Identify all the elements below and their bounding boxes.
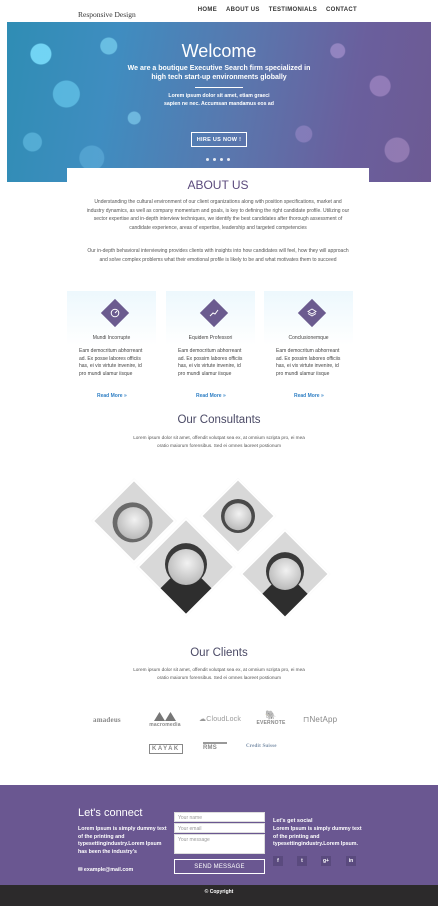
hire-us-button[interactable]: HIRE US NOW ! (191, 132, 247, 147)
site-logo[interactable]: Responsive Design (78, 10, 138, 20)
chart-icon (206, 305, 222, 321)
client-logo-cloudlock: ☁CloudLock (199, 716, 242, 723)
about-paragraph-1: Understanding the cultural environment o… (86, 199, 350, 231)
read-more-link-2[interactable]: Read More » (196, 393, 226, 400)
feature-title: Equidem Professori (188, 335, 233, 341)
slider-dots (206, 158, 230, 161)
about-section: ABOUT US Understanding the cultural envi… (67, 168, 369, 285)
face (218, 497, 258, 536)
consultants-title: Our Consultants (177, 414, 261, 426)
slider-dot-2[interactable] (213, 158, 216, 161)
about-paragraph-2: Our in-depth behavioral interviewing pro… (87, 248, 349, 263)
feature-card-1: Mundi Incorrupte Eam democritum abhorrea… (67, 291, 156, 381)
feature-card-3: Conclusionemque Eam democritum abhorrean… (264, 291, 353, 381)
client-name: RMS (203, 745, 217, 751)
message-textarea[interactable]: Your message (174, 834, 265, 854)
feature-text: Eam democritum abhorreant ad. Ex possim … (276, 348, 341, 377)
read-more-link-3[interactable]: Read More » (294, 393, 324, 400)
clients-title: Our Clients (190, 647, 248, 659)
facebook-icon[interactable]: f (273, 856, 283, 866)
nav-home[interactable]: HOME (198, 7, 217, 13)
email-address: example@mail.com (83, 867, 134, 873)
macromedia-icon (154, 712, 176, 721)
layers-icon (304, 305, 320, 321)
client-name: NetApp (309, 715, 338, 724)
client-logo-evernote: 🐘 EVERNOTE (255, 710, 287, 726)
connect-title: Let's connect (78, 807, 143, 819)
client-logo-netapp: ⊓NetApp (303, 715, 338, 724)
consultants-text: Lorem ipsum dolor sit amet, offendit vol… (133, 435, 305, 448)
about-title: ABOUT US (187, 178, 249, 192)
client-logo-credit-suisse: Credit Suisse (246, 744, 277, 749)
slider-dot-4[interactable] (227, 158, 230, 161)
gauge-icon (107, 305, 123, 321)
clients-text: Lorem ipsum dolor sit amet, offendit vol… (133, 667, 305, 680)
client-logo-kayak: KAYAK (149, 744, 183, 754)
connect-text: Lorem Ipsum is simply dummy text of the … (78, 826, 167, 855)
email-input[interactable]: Your email (174, 823, 265, 833)
feature-text: Eam democritum abhorreant ad. Ex posse l… (79, 348, 143, 377)
site-footer: Let's connect Lorem Ipsum is simply dumm… (0, 785, 438, 885)
rms-bar-icon (203, 742, 227, 744)
hero-divider (195, 87, 243, 88)
feature-title: Mundi Incorrupte (92, 335, 131, 341)
send-message-button[interactable]: SEND MESSAGE (174, 859, 265, 874)
copyright: © Copyright (0, 885, 438, 906)
feature-title: Conclusionemque (288, 335, 329, 341)
client-logo-rms: RMS (203, 742, 227, 751)
consultant-photo-4[interactable] (239, 528, 331, 620)
elephant-icon: 🐘 (265, 710, 277, 720)
hero-title: Welcome (181, 41, 257, 61)
site-header: Responsive Design HOME ABOUT US TESTIMON… (0, 0, 438, 22)
hero-subtitle: We are a boutique Executive Search firm … (127, 65, 311, 81)
feature-card-2: Equidem Professori Eam democritum abhorr… (166, 291, 255, 381)
feature-text: Eam democritum abhorreant ad. Ex possim … (178, 348, 243, 377)
name-input[interactable]: Your name (174, 812, 265, 822)
client-logo-amadeus: amadeus (93, 716, 121, 724)
main-nav: HOME ABOUT US TESTIMONIALS CONTACT (198, 7, 357, 13)
slider-dot-1[interactable] (206, 158, 209, 161)
client-logo-macromedia: macromedia (148, 712, 182, 728)
linkedin-icon[interactable]: in (346, 856, 356, 866)
hero-banner: Welcome We are a boutique Executive Sear… (7, 22, 431, 182)
google-plus-icon[interactable]: g+ (321, 856, 331, 866)
footer-email[interactable]: ✉ example@mail.com (78, 867, 133, 873)
social-text: Lorem Ipsum is simply dummy text of the … (273, 826, 362, 847)
social-title: Let's get social (273, 818, 313, 824)
nav-about-us[interactable]: ABOUT US (226, 7, 260, 13)
read-more-link-1[interactable]: Read More » (97, 393, 127, 400)
client-name: EVERNOTE (256, 720, 286, 726)
features-section: Mundi Incorrupte Eam democritum abhorrea… (67, 291, 357, 387)
page: Responsive Design HOME ABOUT US TESTIMON… (0, 0, 438, 906)
slider-dot-3[interactable] (220, 158, 223, 161)
client-name: macromedia (149, 722, 181, 728)
hero-text: Lorem ipsum dolor sit amet, etiam graeci… (164, 93, 274, 107)
client-name: CloudLock (206, 716, 242, 723)
nav-testimonials[interactable]: TESTIMONIALS (269, 7, 317, 13)
nav-contact[interactable]: CONTACT (326, 7, 357, 13)
twitter-icon[interactable]: t (297, 856, 307, 866)
